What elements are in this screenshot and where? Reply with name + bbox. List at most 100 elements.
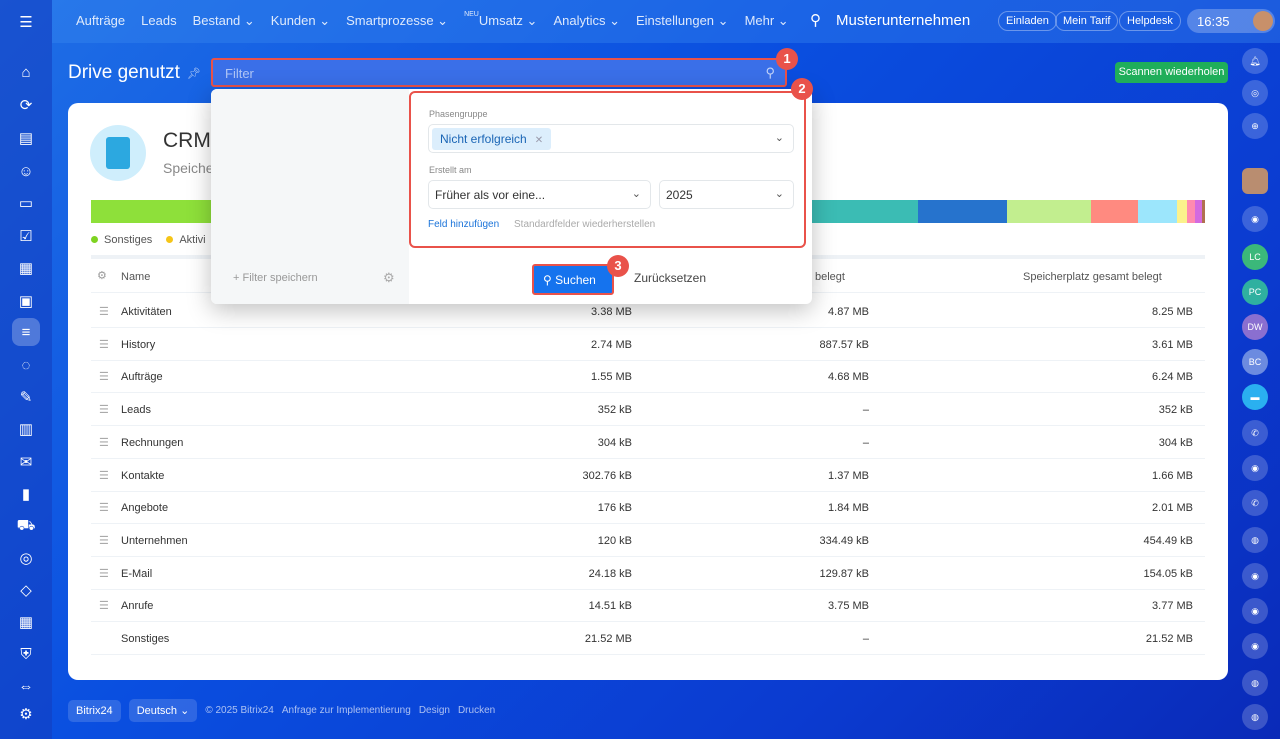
- brand-button[interactable]: Bitrix24: [68, 699, 121, 722]
- nav-einstellungen[interactable]: Einstellungen ⌄: [636, 13, 729, 29]
- menu-icon[interactable]: ☰: [12, 8, 40, 36]
- collapse-icon[interactable]: ⇔: [12, 672, 40, 700]
- pin-icon[interactable]: 📌︎: [187, 67, 201, 80]
- box-icon[interactable]: ◇: [12, 576, 40, 604]
- calendar-icon[interactable]: ▦: [12, 254, 40, 282]
- avatar[interactable]: ◍: [1242, 527, 1268, 553]
- bell-icon[interactable]: 🔔︎: [1242, 48, 1268, 74]
- helpdesk-button[interactable]: Helpdesk: [1119, 11, 1181, 31]
- search-icon[interactable]: ⚲: [810, 11, 821, 29]
- table-row[interactable]: ☰ Rechnungen 304 kB – 304 kB: [91, 426, 1205, 459]
- add-field-link[interactable]: Feld hinzufügen: [428, 219, 499, 230]
- nav-mehr[interactable]: Mehr ⌄: [745, 13, 789, 29]
- table-row[interactable]: ☰ E-Mail 24.18 kB 129.87 kB 154.05 kB: [91, 557, 1205, 590]
- drag-handle-icon[interactable]: ☰: [99, 436, 109, 449]
- footer-link[interactable]: Drucken: [458, 705, 495, 716]
- avatar[interactable]: [1242, 168, 1268, 194]
- company-name[interactable]: Musterunternehmen: [836, 12, 970, 29]
- channel-icon[interactable]: ◉: [1242, 206, 1268, 232]
- phase-select[interactable]: Nicht erfolgreich ✕ ⌄: [428, 124, 794, 153]
- clock-widget[interactable]: 16:35: [1187, 9, 1275, 33]
- drag-handle-icon[interactable]: ☰: [99, 599, 109, 612]
- avatar[interactable]: ◍: [1242, 704, 1268, 730]
- chat-icon[interactable]: ▬: [1242, 384, 1268, 410]
- tariff-button[interactable]: Mein Tarif: [1055, 11, 1119, 31]
- drag-handle-icon[interactable]: ☰: [99, 305, 109, 318]
- store-icon[interactable]: ▥: [12, 415, 40, 443]
- inbox-icon[interactable]: ▭: [12, 189, 40, 217]
- table-row[interactable]: Sonstiges 21.52 MB – 21.52 MB: [91, 622, 1205, 655]
- language-select[interactable]: Deutsch ⌄: [128, 699, 198, 722]
- crm-icon[interactable]: ≡: [12, 318, 40, 346]
- phone-icon[interactable]: ✆: [1242, 420, 1268, 446]
- nav-kunden[interactable]: Kunden ⌄: [271, 13, 330, 29]
- created-operator-select[interactable]: Früher als vor eine... ⌄: [428, 180, 651, 209]
- avatar[interactable]: BC: [1242, 349, 1268, 375]
- drag-handle-icon[interactable]: ☰: [99, 370, 109, 383]
- tasks-icon[interactable]: ⟳: [12, 91, 40, 119]
- drag-handle-icon[interactable]: ☰: [99, 534, 109, 547]
- home-icon[interactable]: ⌂: [12, 58, 40, 86]
- sign-icon[interactable]: ✎: [12, 383, 40, 411]
- channel-icon[interactable]: ◉: [1242, 633, 1268, 659]
- phone-icon[interactable]: ✆: [1242, 490, 1268, 516]
- mail-icon[interactable]: ✉: [12, 448, 40, 476]
- table-row[interactable]: ☰ Kontakte 302.76 kB 1.37 MB 1.66 MB: [91, 459, 1205, 492]
- invite-button[interactable]: Einladen: [998, 11, 1057, 31]
- nav-auftraege[interactable]: Aufträge: [76, 13, 125, 29]
- header-name[interactable]: Name: [121, 271, 150, 283]
- nav-smartprozesse[interactable]: Smartprozesse ⌄: [346, 13, 448, 29]
- created-year-select[interactable]: 2025 ⌄: [659, 180, 794, 209]
- avatar[interactable]: DW: [1242, 314, 1268, 340]
- table-row[interactable]: ☰ Unternehmen 120 kB 334.49 kB 454.49 kB: [91, 524, 1205, 557]
- avatar[interactable]: PC: [1242, 279, 1268, 305]
- header-belegt[interactable]: belegt: [815, 271, 845, 283]
- checkbox-icon[interactable]: ☑: [12, 222, 40, 250]
- table-row[interactable]: ☰ Aufträge 1.55 MB 4.68 MB 6.24 MB: [91, 360, 1205, 394]
- avatar[interactable]: LC: [1242, 244, 1268, 270]
- header-total[interactable]: Speicherplatz gesamt belegt: [1023, 271, 1162, 283]
- user-avatar[interactable]: [1253, 11, 1273, 31]
- drag-handle-icon[interactable]: ☰: [99, 469, 109, 482]
- target-icon[interactable]: ◎: [12, 544, 40, 572]
- chat-icon[interactable]: ◌: [12, 351, 40, 379]
- nav-leads[interactable]: Leads: [141, 13, 176, 29]
- document-icon[interactable]: ▤: [12, 124, 40, 152]
- analytics-icon[interactable]: ▮: [12, 480, 40, 508]
- schedule-icon[interactable]: ▦: [12, 608, 40, 636]
- filter-input[interactable]: Filter ⚲: [211, 58, 787, 87]
- drag-handle-icon[interactable]: ☰: [99, 338, 109, 351]
- drag-handle-icon[interactable]: ☰: [99, 403, 109, 416]
- contacts-icon[interactable]: ☺: [12, 157, 40, 185]
- channel-icon[interactable]: ◉: [1242, 563, 1268, 589]
- restore-fields-link[interactable]: Standardfelder wiederherstellen: [514, 219, 655, 230]
- search-chat-icon[interactable]: ⊕: [1242, 113, 1268, 139]
- cart-icon[interactable]: ⛟: [12, 512, 40, 540]
- drag-handle-icon[interactable]: ☰: [99, 501, 109, 514]
- table-row[interactable]: ☰ History 2.74 MB 887.57 kB 3.61 MB: [91, 328, 1205, 361]
- copilot-icon[interactable]: ◎: [1242, 80, 1268, 106]
- table-row[interactable]: ☰ Leads 352 kB – 352 kB: [91, 393, 1205, 427]
- nav-bestand[interactable]: Bestand ⌄: [193, 13, 255, 29]
- settings-icon[interactable]: ⚙: [12, 700, 40, 728]
- gear-icon[interactable]: ⚙: [383, 270, 395, 286]
- avatar[interactable]: ◍: [1242, 670, 1268, 696]
- nav-analytics[interactable]: Analytics ⌄: [553, 13, 620, 29]
- shield-icon[interactable]: ⛨: [12, 640, 40, 668]
- table-row[interactable]: ☰ Anrufe 14.51 kB 3.75 MB 3.77 MB: [91, 589, 1205, 623]
- search-button[interactable]: ⚲ Suchen: [532, 264, 614, 295]
- save-filter-button[interactable]: + Filter speichern: [233, 272, 318, 284]
- channel-icon[interactable]: ◉: [1242, 455, 1268, 481]
- footer-link[interactable]: Anfrage zur Implementierung: [282, 705, 411, 716]
- board-icon[interactable]: ▣: [12, 287, 40, 315]
- gear-icon[interactable]: ⚙: [97, 269, 107, 282]
- drag-handle-icon[interactable]: ☰: [99, 567, 109, 580]
- rescan-button[interactable]: Scannen wiederholen: [1115, 62, 1228, 83]
- table-row[interactable]: ☰ Angebote 176 kB 1.84 MB 2.01 MB: [91, 491, 1205, 525]
- remove-tag-icon[interactable]: ✕: [535, 135, 543, 146]
- search-icon[interactable]: ⚲: [765, 65, 775, 81]
- footer-link[interactable]: Design: [419, 705, 450, 716]
- reset-button[interactable]: Zurücksetzen: [634, 271, 706, 285]
- channel-icon[interactable]: ◉: [1242, 598, 1268, 624]
- nav-umsatz[interactable]: NEUUmsatz ⌄: [464, 11, 537, 29]
